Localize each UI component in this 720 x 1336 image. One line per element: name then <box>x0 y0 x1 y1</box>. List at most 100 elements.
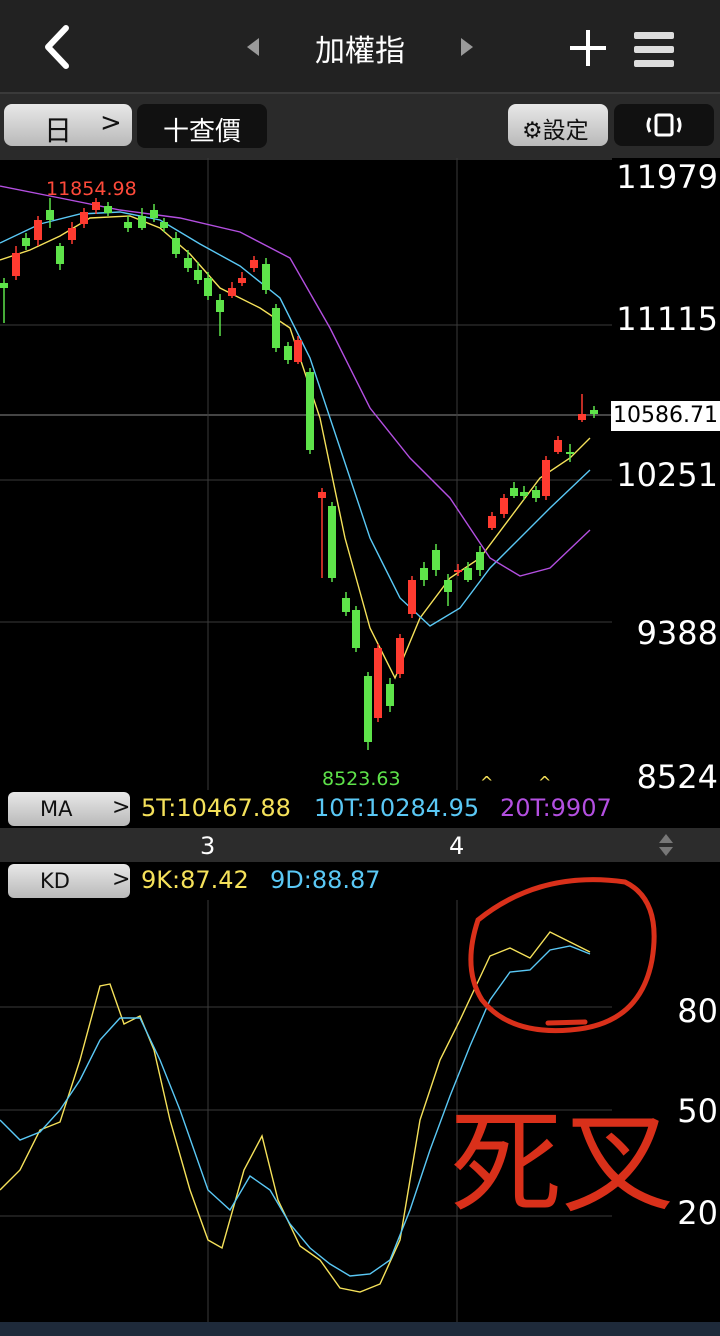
chevron-right-icon: > <box>112 795 131 820</box>
signal-marker: ^ <box>538 773 551 790</box>
price-axis: 11979 11115 10251 9388 8524 <box>612 158 720 796</box>
quote-label: 十查價 <box>163 117 242 147</box>
candle-down <box>172 238 180 254</box>
menu-icon[interactable] <box>634 30 674 70</box>
price-label: 11979 <box>616 158 718 196</box>
candle-down <box>432 550 440 570</box>
candle-down <box>386 684 394 706</box>
candle-down <box>216 300 224 312</box>
settings-button[interactable]: ⚙設定 <box>508 104 608 146</box>
candle-up <box>542 460 550 496</box>
candle-down <box>520 492 528 496</box>
current-price-tag: 10586.71 <box>611 401 720 431</box>
candle-up <box>554 440 562 452</box>
page-title: 加權指 <box>315 34 405 69</box>
candle-up <box>250 260 258 268</box>
candle-down <box>272 308 280 348</box>
period-label: 日 <box>44 114 73 147</box>
candle-up <box>34 220 42 240</box>
candle-down <box>46 210 54 220</box>
gear-icon: ⚙ <box>522 118 543 144</box>
candle-up <box>294 340 302 362</box>
settings-label: 設定 <box>542 118 589 144</box>
candle-down <box>204 278 212 296</box>
candle-up <box>80 212 88 224</box>
candle-down <box>284 346 292 360</box>
ma-legend: MA > 5T:10467.88 10T:10284.95 20T:9907 <box>0 790 612 828</box>
date-label: 4 <box>449 832 465 860</box>
period-button[interactable]: 日 > <box>4 104 132 147</box>
candle-down <box>342 598 350 612</box>
candle-down <box>352 610 360 648</box>
candle-up <box>12 253 20 276</box>
candle-down <box>566 452 574 454</box>
ma10-line <box>0 211 591 627</box>
candle-down <box>464 568 472 580</box>
candle-down <box>590 410 598 414</box>
price-label: 8524 <box>636 758 718 796</box>
candle-down <box>104 206 112 213</box>
chevron-right-icon: > <box>100 108 122 138</box>
signal-marker: ^ <box>480 773 493 790</box>
candle-down <box>306 372 314 450</box>
candle-down <box>262 264 270 290</box>
candle-up <box>396 638 404 674</box>
handwritten-annotation: 死叉 <box>450 877 674 1229</box>
footer-bar <box>0 1322 720 1336</box>
quote-button[interactable]: 十查價 <box>137 104 267 148</box>
ma5-value: 5T:10467.88 <box>141 794 291 822</box>
price-label: 10251 <box>616 456 718 494</box>
candle-down <box>364 676 372 742</box>
candle-down <box>22 238 30 246</box>
candlestick-chart[interactable]: 11854.98 8523.63 ^ ^ <box>0 158 612 790</box>
candle-down <box>510 488 518 496</box>
candle-down <box>138 216 146 228</box>
candle-down <box>420 568 428 580</box>
resize-handle-icon[interactable] <box>656 832 676 858</box>
candle-up <box>454 570 462 572</box>
candle-down <box>532 490 540 498</box>
candle-up <box>578 414 586 420</box>
death-cross-note: 死叉 <box>450 1099 674 1229</box>
rotate-icon <box>646 113 682 137</box>
ma10-value: 10T:10284.95 <box>314 794 480 822</box>
candle-down <box>150 210 158 218</box>
candle-up <box>488 516 496 528</box>
ma-button-label: MA <box>40 797 73 821</box>
kd-button-label: KD <box>40 869 70 893</box>
candle-up <box>228 288 236 296</box>
candle-up <box>238 278 246 283</box>
candle-down <box>194 270 202 280</box>
d-value: 9D:88.87 <box>270 866 381 894</box>
candle-down <box>476 552 484 570</box>
rotate-button[interactable] <box>614 104 714 146</box>
candle-up <box>92 202 100 210</box>
candle-up <box>500 498 508 514</box>
ma20-value: 20T:9907 <box>500 794 612 822</box>
ma20-line <box>0 185 591 577</box>
chevron-right-icon: > <box>112 867 131 892</box>
candle-down <box>0 283 8 288</box>
candle-down <box>160 222 168 228</box>
price-label: 11115 <box>616 300 718 338</box>
ma-indicator-button[interactable]: MA > <box>8 792 130 826</box>
date-axis[interactable]: 3 4 <box>0 828 720 862</box>
candle-down <box>184 258 192 268</box>
add-icon[interactable] <box>568 28 608 68</box>
ma5-line <box>0 215 591 680</box>
candle-down <box>328 506 336 578</box>
candle-down <box>444 580 452 592</box>
candle-up <box>408 580 416 614</box>
chart-toolbar: 日 > 十查價 ⚙設定 <box>0 92 720 160</box>
candle-up <box>318 492 326 498</box>
top-bar: 加權指 <box>0 0 720 92</box>
low-annotation: 8523.63 <box>322 768 401 790</box>
candle-down <box>56 246 64 264</box>
next-symbol-icon[interactable] <box>461 38 473 56</box>
candle-up <box>374 648 382 718</box>
kd-indicator-button[interactable]: KD > <box>8 864 130 898</box>
date-label: 3 <box>200 832 216 860</box>
candle-down <box>124 222 132 228</box>
high-annotation: 11854.98 <box>46 178 137 200</box>
k-value: 9K:87.42 <box>141 866 249 894</box>
